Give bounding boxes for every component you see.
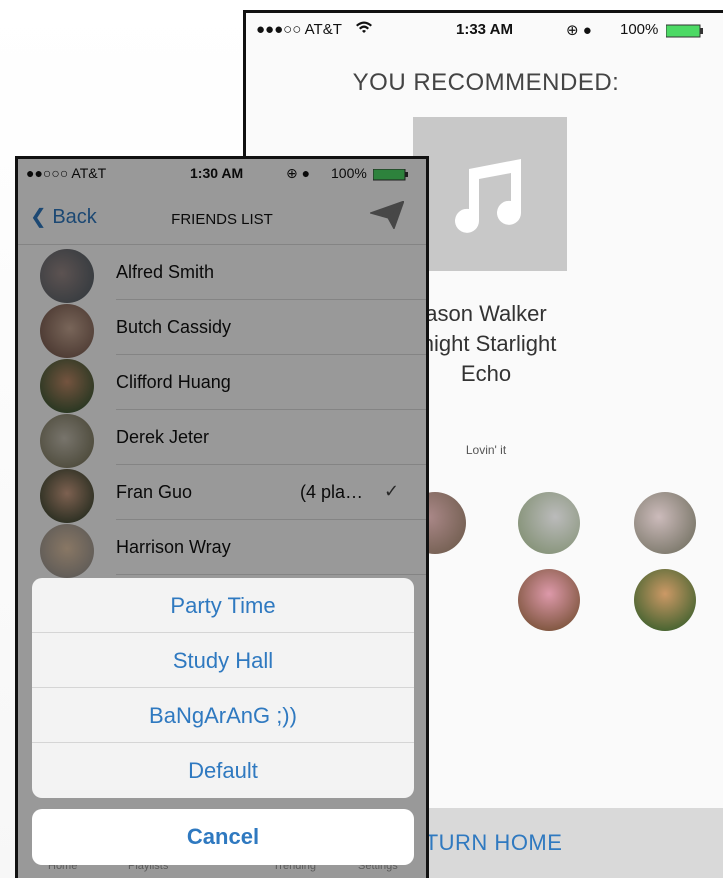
action-study-hall[interactable]: Study Hall bbox=[32, 633, 414, 688]
alarm-icon: ⊕ ● bbox=[566, 22, 592, 39]
page-title: YOU RECOMMENDED: bbox=[352, 69, 620, 96]
action-party-time[interactable]: Party Time bbox=[32, 578, 414, 633]
album-art bbox=[413, 117, 567, 271]
carrier-label: ●●●○○ AT&T bbox=[256, 21, 342, 38]
cancel-button[interactable]: Cancel bbox=[32, 809, 414, 865]
action-bangarang[interactable]: BaNgArAnG ;)) bbox=[32, 688, 414, 743]
music-note-icon bbox=[455, 159, 521, 233]
friend-avatar[interactable] bbox=[518, 569, 580, 631]
battery-label: 100% bbox=[620, 21, 659, 38]
friend-avatar[interactable] bbox=[634, 492, 696, 554]
status-bar: ●●●○○ AT&T 1:33 AM ⊕ ● 100% bbox=[246, 13, 723, 47]
friends-list-screen: ●●○○○ AT&T 1:30 AM ⊕ ● 100% ❮ Back FRIEN… bbox=[15, 156, 429, 878]
action-default[interactable]: Default bbox=[32, 743, 414, 798]
time-label: 1:33 AM bbox=[456, 21, 513, 38]
friend-avatar[interactable] bbox=[518, 492, 580, 554]
wifi-icon bbox=[356, 21, 372, 39]
friend-avatar[interactable] bbox=[634, 569, 696, 631]
playlist-action-sheet: Party Time Study Hall BaNgArAnG ;)) Defa… bbox=[32, 578, 414, 798]
battery-icon bbox=[665, 24, 706, 42]
